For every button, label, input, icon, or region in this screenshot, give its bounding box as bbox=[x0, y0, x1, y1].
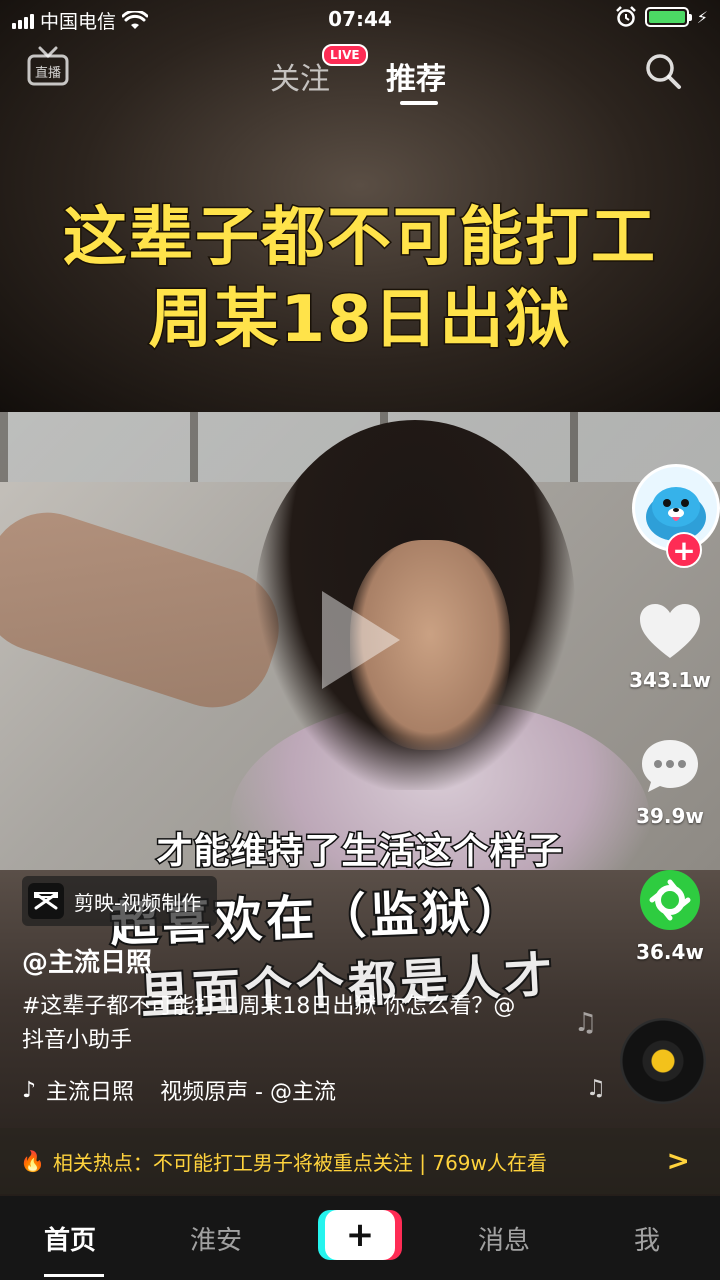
author-name[interactable]: @主流日照 bbox=[22, 942, 152, 979]
comment-icon[interactable] bbox=[638, 736, 702, 796]
bottom-nav: 首页 淮安 + 消息 我 bbox=[0, 1196, 720, 1280]
status-bar: 中国电信 07:44 ⚡ bbox=[0, 0, 720, 36]
music-marquee[interactable]: ♪ 主流日照 视频原声 - @主流 bbox=[22, 1074, 402, 1106]
video-subtitle: 才能维持了生活这个样子 bbox=[155, 830, 564, 874]
play-icon[interactable] bbox=[312, 585, 408, 695]
home-active-indicator bbox=[44, 1274, 104, 1277]
hot-topic-label: 相关热点：不可能打工男子将被重点关注 | 769w人在看 bbox=[52, 1150, 547, 1175]
top-nav: 直播 关注 LIVE 推荐 bbox=[0, 40, 720, 110]
floating-note-icon: ♫ bbox=[574, 1008, 598, 1038]
video-description: #这辈子都不可能打工周某18日出狱 你怎么看？@抖音小助手 bbox=[22, 994, 516, 1053]
plus-icon: + bbox=[325, 1210, 395, 1260]
tab-follow[interactable]: 关注 bbox=[270, 54, 330, 98]
capcut-label: 剪映-视频制作 bbox=[74, 890, 202, 915]
nav-home[interactable]: 首页 bbox=[44, 1220, 96, 1257]
nav-messages[interactable]: 消息 bbox=[478, 1220, 530, 1257]
capcut-logo-icon bbox=[28, 883, 64, 919]
music-author: 主流日照 bbox=[46, 1080, 135, 1105]
comment-count: 39.9w bbox=[636, 804, 704, 828]
live-badge: LIVE bbox=[322, 44, 368, 66]
nav-me[interactable]: 我 bbox=[634, 1220, 660, 1257]
nav-city[interactable]: 淮安 bbox=[190, 1220, 242, 1257]
alarm-icon bbox=[615, 6, 636, 27]
video-headline-line1: 这辈子都不可能打工 bbox=[62, 200, 657, 277]
share-wechat-moments-icon[interactable] bbox=[638, 868, 702, 932]
live-tv-label: 直播 bbox=[35, 66, 61, 81]
tiktok-note-icon: ♪ bbox=[22, 1077, 37, 1103]
music-title: 视频原声 - @主流 bbox=[160, 1080, 336, 1105]
hot-topic-bar[interactable]: 🔥 相关热点：不可能打工男子将被重点关注 | 769w人在看 > bbox=[0, 1128, 720, 1194]
music-note-icon: ♫ bbox=[586, 1076, 606, 1101]
create-button[interactable]: + bbox=[318, 1210, 402, 1260]
like-action[interactable]: 343.1w bbox=[620, 602, 720, 692]
active-tab-underline bbox=[400, 101, 438, 105]
capcut-tag[interactable]: 剪映-视频制作 bbox=[22, 876, 218, 926]
search-icon[interactable] bbox=[642, 50, 684, 92]
music-disc-icon[interactable] bbox=[620, 1018, 706, 1104]
follow-plus-button[interactable]: + bbox=[666, 532, 702, 568]
charging-icon: ⚡ bbox=[696, 7, 708, 27]
share-count: 36.4w bbox=[636, 940, 704, 964]
clock: 07:44 bbox=[328, 7, 392, 31]
share-action[interactable]: 36.4w bbox=[620, 868, 720, 964]
live-tv-icon[interactable]: 直播 bbox=[26, 46, 70, 88]
chevron-right-icon: > bbox=[666, 1144, 690, 1177]
like-count: 343.1w bbox=[629, 668, 711, 692]
flame-icon: 🔥 bbox=[20, 1149, 45, 1173]
battery-icon bbox=[644, 7, 692, 27]
video-headline-line2: 周某18日出狱 bbox=[147, 282, 572, 359]
comment-action[interactable]: 39.9w bbox=[620, 736, 720, 828]
tab-recommend[interactable]: 推荐 bbox=[386, 54, 446, 98]
heart-icon[interactable] bbox=[638, 602, 702, 660]
